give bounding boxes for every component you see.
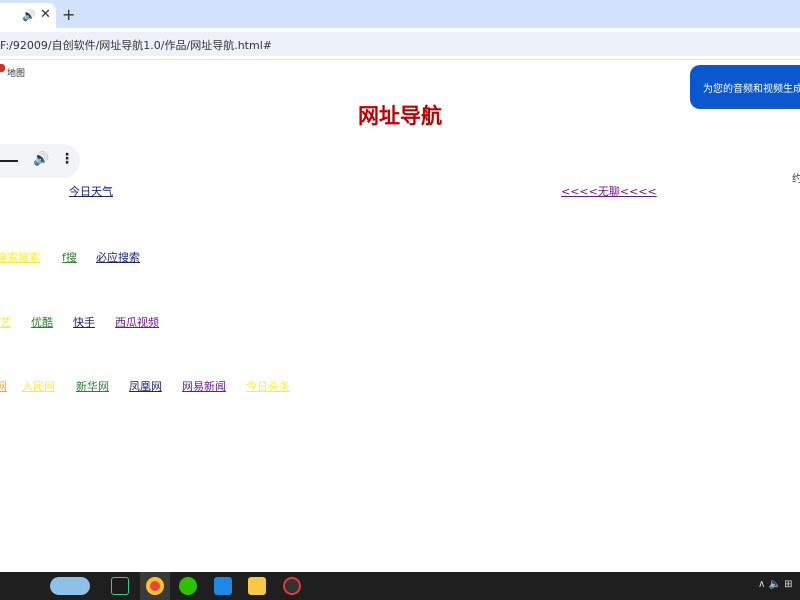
- search-link-1[interactable]: 搜索搜索: [0, 249, 40, 265]
- media-notification-text: 为您的音频和视频生成: [703, 84, 800, 95]
- more-options-icon[interactable]: ⋮: [60, 151, 74, 167]
- page-title: 网址导航: [358, 104, 442, 128]
- tab-strip: 🔊 ✕ +: [0, 0, 800, 28]
- kuaishou-link[interactable]: 快手: [73, 314, 95, 330]
- banner-link[interactable]: <<<<无聊<<<<: [561, 183, 657, 199]
- people-daily-link[interactable]: 人民网: [22, 378, 55, 394]
- map-pin-icon: [0, 64, 5, 72]
- partial-link[interactable]: 约: [792, 170, 800, 185]
- xigua-link[interactable]: 西瓜视频: [115, 314, 159, 330]
- browser-tab[interactable]: 🔊 ✕: [0, 3, 56, 28]
- news-link-1[interactable]: 网: [0, 378, 7, 394]
- weather-link[interactable]: 今日天气: [69, 183, 113, 199]
- map-link[interactable]: 地图: [7, 66, 25, 79]
- url-field[interactable]: F:/92009/自创软件/网址导航1.0/作品/网址导航.html#: [0, 32, 800, 56]
- taskbar: ∧ 🔈 ⊞: [0, 572, 800, 600]
- netease-news-link[interactable]: 网易新闻: [182, 378, 226, 394]
- chrome-icon[interactable]: [146, 577, 164, 595]
- new-tab-button[interactable]: +: [62, 5, 75, 24]
- bing-search-link[interactable]: 必应搜索: [96, 249, 140, 265]
- toutiao-link[interactable]: 今日头条: [246, 378, 290, 394]
- close-tab-button[interactable]: ✕: [40, 7, 51, 22]
- file-explorer-icon[interactable]: [248, 577, 266, 595]
- volume-icon[interactable]: 🔊: [33, 152, 49, 167]
- video-link-1[interactable]: 艺: [0, 314, 11, 330]
- system-tray[interactable]: ∧ 🔈 ⊞: [758, 579, 793, 590]
- xinhua-link[interactable]: 新华网: [76, 378, 109, 394]
- audio-player[interactable]: 🔊 ⋮: [0, 144, 80, 178]
- audio-progress-bar[interactable]: [0, 160, 18, 162]
- address-bar: F:/92009/自创软件/网址导航1.0/作品/网址导航.html#: [0, 28, 800, 60]
- pycharm-icon[interactable]: [111, 577, 129, 595]
- search-link-2[interactable]: f搜: [62, 249, 77, 265]
- ifeng-link[interactable]: 凤凰网: [129, 378, 162, 394]
- media-player-icon[interactable]: [283, 577, 301, 595]
- speaker-icon[interactable]: 🔊: [22, 9, 36, 22]
- url-text: F:/92009/自创软件/网址导航1.0/作品/网址导航.html#: [0, 39, 272, 52]
- weather-icon[interactable]: [50, 577, 90, 595]
- youku-link[interactable]: 优酷: [31, 314, 53, 330]
- wechat-icon[interactable]: [179, 577, 197, 595]
- feishu-icon[interactable]: [214, 577, 232, 595]
